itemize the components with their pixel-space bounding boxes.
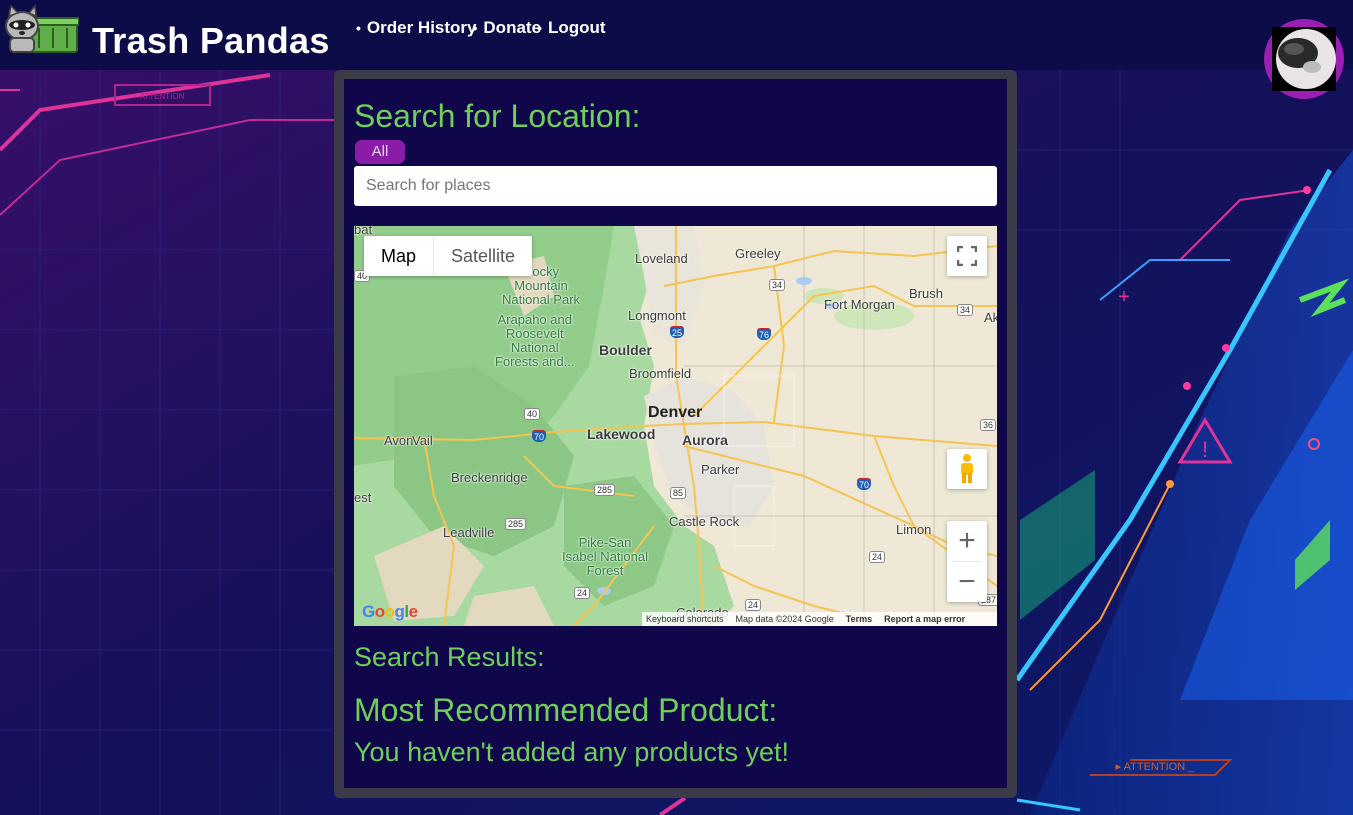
map-type-control: Map Satellite [364, 236, 533, 276]
interstate-shield-icon: 70 [532, 430, 547, 442]
street-view-button[interactable] [947, 449, 987, 489]
location-heading: Search for Location: [354, 98, 641, 134]
map-label-breckenridge: Breckenridge [451, 470, 528, 485]
brand-title[interactable]: Trash Pandas [92, 20, 330, 62]
zoom-control: + − [947, 521, 987, 602]
nav-item-order-history: • Order History [356, 17, 477, 39]
recommended-product-heading: Most Recommended Product: [354, 692, 778, 728]
fullscreen-icon [957, 246, 977, 266]
donate-link[interactable]: Donate [483, 17, 541, 39]
map-label-avon: Avon [384, 433, 414, 448]
map-label-arapaho-roosevelt: Arapaho and Roosevelt National Forests and.… [495, 312, 575, 369]
map-label-est: est [354, 490, 372, 505]
empty-products-message: You haven't added any products yet! [354, 737, 789, 767]
avatar-image [1272, 27, 1336, 91]
map-label-boulder: Boulder [599, 342, 652, 358]
order-history-link[interactable]: Order History [367, 17, 477, 39]
svg-text:!: ! [1202, 437, 1208, 462]
bullet-icon: • [472, 20, 478, 36]
map-label-vail: Vail [412, 433, 433, 448]
search-results-heading: Search Results: [354, 642, 545, 672]
top-header: Trash Pandas • Order History • Donate • … [0, 0, 1353, 70]
us-route-shield-icon: 285 [505, 518, 527, 530]
map-label-ak: Ak [984, 310, 997, 325]
google-logo[interactable]: Google [362, 602, 418, 622]
map-attribution: Keyboard shortcuts Map data ©2024 Google… [642, 612, 997, 626]
map-label-greeley: Greeley [735, 246, 781, 261]
map-label-lakewood: Lakewood [587, 426, 656, 442]
svg-text:+: + [1118, 286, 1130, 308]
us-route-shield-icon: 34 [769, 279, 786, 291]
map-label-fort-morgan: Fort Morgan [824, 297, 895, 312]
map-label-broomfield: Broomfield [629, 366, 692, 381]
map-type-map-button[interactable]: Map [364, 236, 433, 276]
map-label-denver: Denver [648, 404, 703, 421]
map-label-brush: Brush [909, 286, 943, 301]
svg-text:ATTENTION: ATTENTION [140, 92, 185, 101]
route-shield-icon: 40 [524, 408, 541, 420]
location-panel-body: Search for Location: All Search for plac… [344, 79, 1007, 788]
report-map-error-link[interactable]: Report a map error [884, 614, 965, 624]
nav-item-donate: • Donate [473, 17, 542, 39]
zoom-out-button[interactable]: − [947, 562, 987, 602]
us-route-shield-icon: 85 [670, 487, 687, 499]
user-avatar[interactable] [1264, 19, 1344, 99]
terms-link[interactable]: Terms [846, 614, 872, 624]
main-nav: • Order History • Donate • Logout [356, 17, 606, 39]
map-label-parker: Parker [701, 462, 740, 477]
map-terrain [354, 226, 997, 626]
map-label-aurora: Aurora [682, 432, 728, 448]
interstate-shield-icon: 76 [757, 328, 772, 340]
map-label-pike-san-isabel: Pike-San Isabel National Forest [562, 535, 648, 578]
bullet-icon: • [537, 20, 542, 36]
map-data-credit: Map data ©2024 Google [735, 614, 834, 624]
us-route-shield-icon: 24 [745, 599, 762, 611]
raccoon-dumpster-logo-icon[interactable] [3, 4, 79, 56]
keyboard-shortcuts-link[interactable]: Keyboard shortcuts [646, 614, 724, 624]
fullscreen-button[interactable] [947, 236, 987, 276]
us-route-shield-icon: 24 [869, 551, 886, 563]
filter-chip-all[interactable]: All [355, 140, 405, 164]
zoom-in-button[interactable]: + [947, 521, 987, 561]
location-panel: Search for Location: All Search for plac… [334, 70, 1017, 798]
map-label-leadville: Leadville [443, 525, 495, 540]
us-route-shield-icon: 285 [594, 484, 616, 496]
svg-text:▸ ATTENTION _: ▸ ATTENTION _ [1116, 761, 1196, 773]
interstate-shield-icon: 25 [670, 326, 685, 338]
avatar-photo-icon [1272, 27, 1336, 91]
map-label-longmont: Longmont [628, 308, 686, 323]
street-view-pegman-icon [961, 454, 973, 483]
logout-link[interactable]: Logout [548, 17, 606, 39]
map-label-loveland: Loveland [635, 251, 688, 266]
nav-item-logout: • Logout [537, 17, 606, 39]
us-route-shield-icon: 24 [574, 587, 591, 599]
bullet-icon: • [356, 20, 361, 36]
us-route-shield-icon: 36 [980, 419, 997, 431]
us-route-shield-icon: 34 [957, 304, 974, 316]
google-map[interactable]: bat Loveland Greeley Fort Morgan Brush A… [354, 226, 997, 626]
interstate-shield-icon: 70 [857, 478, 872, 490]
map-label-castle-rock: Castle Rock [669, 514, 740, 529]
places-search-input[interactable] [354, 166, 997, 206]
map-type-satellite-button[interactable]: Satellite [433, 236, 532, 276]
map-label-limon: Limon [896, 522, 932, 537]
